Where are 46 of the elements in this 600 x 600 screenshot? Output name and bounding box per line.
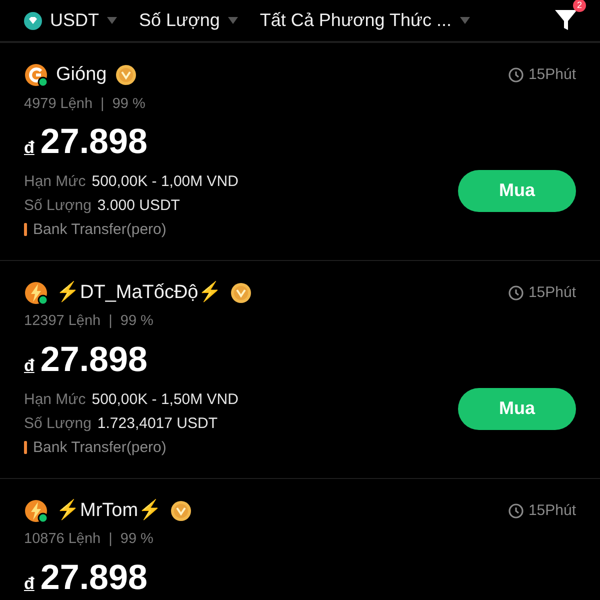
quantity-label: Số Lượng: [24, 196, 92, 214]
price: 27.898: [40, 123, 148, 162]
price: 27.898: [40, 341, 148, 380]
separator: |: [108, 312, 112, 332]
filter-icon: [554, 8, 578, 32]
caret-icon: [107, 17, 117, 24]
clock-icon: [508, 67, 524, 84]
seller-name[interactable]: Gióng: [56, 61, 107, 90]
time-limit: 15Phút: [528, 500, 576, 520]
completion-rate: 99 %: [120, 530, 154, 549]
payment-marker: [24, 441, 27, 454]
order-count: 10876 Lệnh: [24, 530, 101, 549]
limit-label: Hạn Mức: [24, 172, 86, 190]
price: 27.898: [40, 558, 148, 598]
notification-badge: 2: [572, 0, 586, 12]
caret-icon: [228, 17, 238, 24]
payment-method: Bank Transfer(pero): [33, 438, 166, 458]
quantity-value: 1.723,4017 USDT: [97, 414, 218, 432]
clock-icon: [508, 502, 524, 519]
payment-marker: [24, 223, 27, 236]
limit-value: 500,00K - 1,00M VND: [92, 172, 238, 190]
completion-rate: 99 %: [120, 312, 154, 332]
caret-icon: [460, 17, 470, 24]
seller-name[interactable]: ⚡MrTom⚡: [56, 496, 162, 525]
completion-rate: 99 %: [112, 94, 146, 114]
coin-icon: [24, 12, 42, 30]
filter-dropdown[interactable]: Số Lượng: [139, 7, 238, 34]
order-count: 12397 Lệnh: [24, 312, 101, 332]
time-limit: 15Phút: [528, 65, 576, 85]
currency-symbol: đ: [24, 137, 34, 160]
filter-dropdown[interactable]: Tất Cả Phương Thức ...: [260, 7, 470, 34]
filter-dropdown[interactable]: USDT: [24, 7, 117, 34]
clock-icon: [508, 285, 524, 301]
separator: |: [100, 94, 104, 114]
quantity-value: 3.000 USDT: [97, 196, 180, 214]
limit-label: Hạn Mức: [24, 390, 86, 408]
time-limit: 15Phút: [528, 282, 576, 303]
quantity-label: Số Lượng: [24, 414, 92, 432]
payment-method: Bank Transfer(pero): [33, 220, 166, 240]
currency-symbol: đ: [24, 572, 34, 595]
filter-button[interactable]: [554, 8, 578, 33]
seller-name[interactable]: ⚡DT_MaTốcĐộ⚡: [56, 278, 222, 308]
limit-value: 500,00K - 1,50M VND: [92, 390, 238, 408]
order-count: 4979 Lệnh: [24, 94, 93, 114]
currency-symbol: đ: [24, 355, 34, 377]
separator: |: [108, 530, 112, 549]
